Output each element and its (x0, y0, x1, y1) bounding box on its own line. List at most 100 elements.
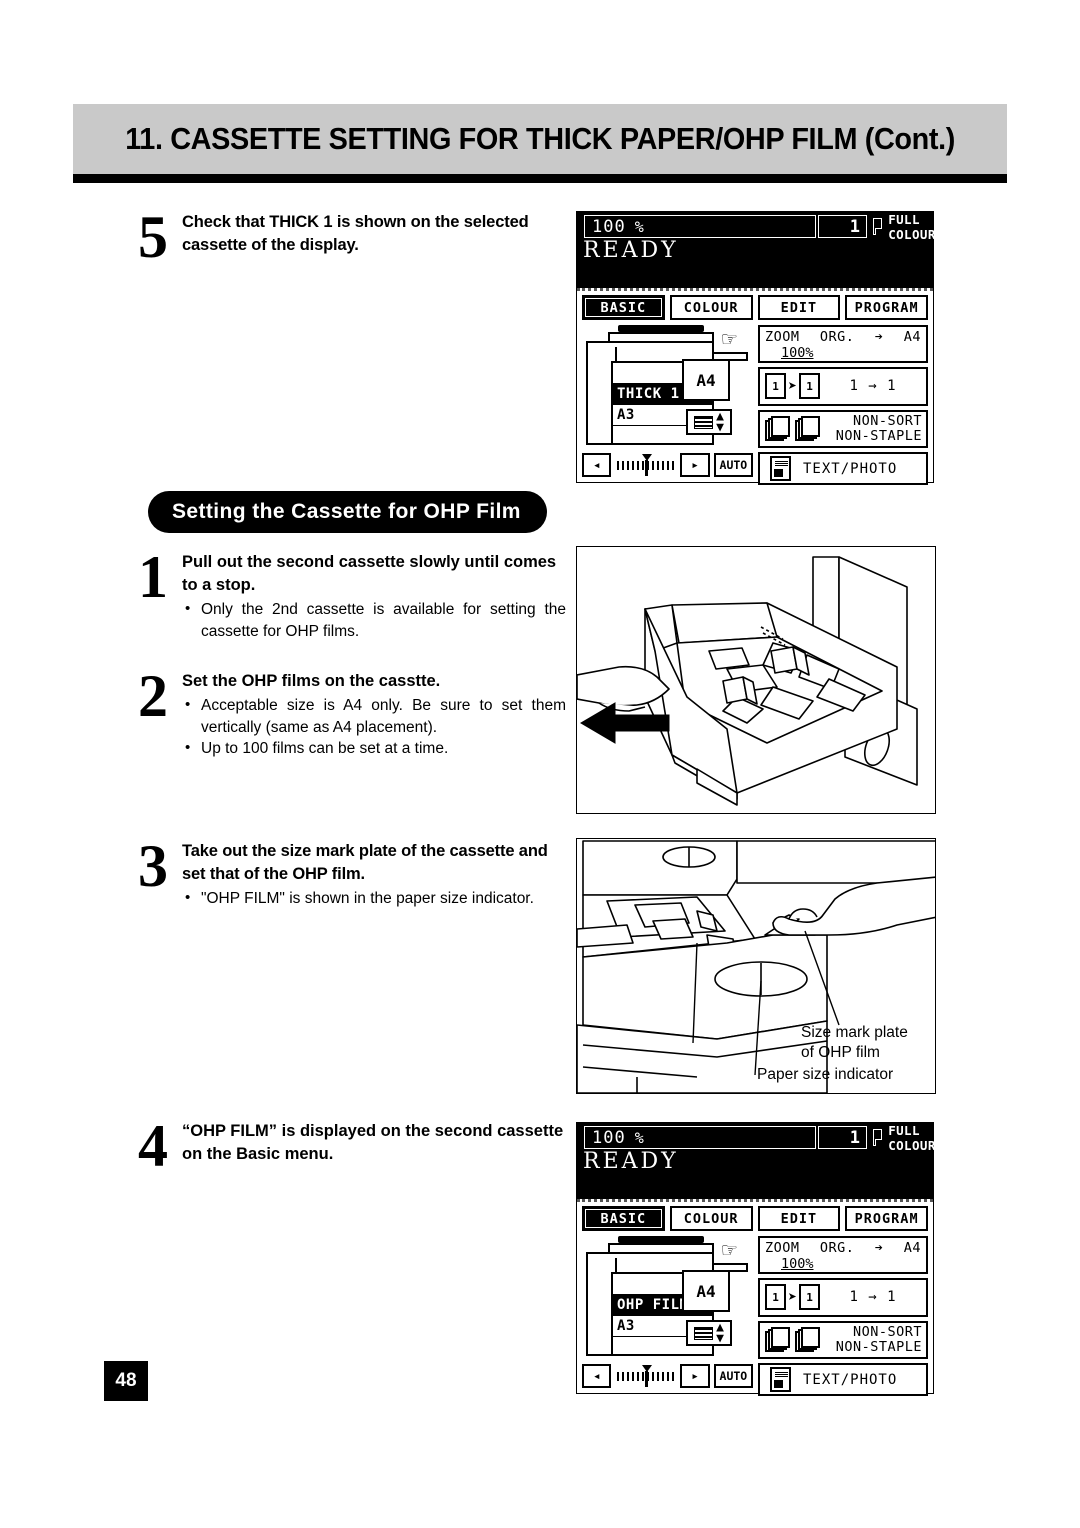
finisher-line-2: NON-STAPLE (835, 1338, 922, 1355)
lcd-panel-ohpfilm[interactable]: 100 % 1 FULL COLOUR READY BASIC COLOUR E… (576, 1122, 935, 1396)
step-title: Set the OHP films on the casstte. (182, 672, 441, 690)
zoom-dest-label: A4 (903, 1240, 921, 1256)
zoom-arrow-icon: ➔ (874, 329, 884, 345)
step-number: 4 (138, 1113, 168, 1179)
zoom-ratio-display: 100 % (584, 215, 816, 238)
finisher-button[interactable]: NON-SORT NON-STAPLE (758, 409, 928, 449)
step-number: 2 (138, 663, 168, 729)
bullet-item: Up to 100 films can be set at a time. (182, 737, 566, 760)
finisher-line-1: NON-SORT (852, 412, 922, 429)
density-button[interactable]: ▲ ▼ (686, 1320, 732, 1346)
step-bullets: Only the 2nd cassette is available for s… (182, 598, 566, 642)
duplex-dest-sheet-icon: 1 (799, 373, 822, 401)
finisher-line-1: NON-SORT (852, 1323, 922, 1340)
auto-density-button[interactable]: AUTO (713, 1364, 754, 1388)
zoom-dest-label: A4 (903, 329, 921, 345)
duplex-dest-sheet-icon: 1 (799, 1284, 822, 1312)
machine-lid-top (618, 325, 704, 332)
page-icon (873, 218, 883, 235)
duplex-arrow-icon: ➤ (788, 1288, 798, 1307)
zoom-button[interactable]: ZOOM ORG. ➔ A4 100% (758, 1236, 928, 1274)
callout-line-2: of OHP film (801, 1044, 880, 1061)
step-3: 3 Take out the size mark plate of the ca… (138, 833, 568, 910)
lcd-main-area: BASIC COLOUR EDIT PROGRAM ☜ THICK 1 A3 A… (577, 288, 933, 485)
sort-stack-icon-2 (795, 1327, 821, 1353)
tab-edit[interactable]: EDIT (757, 295, 841, 320)
density-lines-icon (694, 1326, 714, 1340)
density-lines-icon (694, 415, 714, 429)
tab-colour[interactable]: COLOUR (669, 295, 753, 320)
tab-basic[interactable]: BASIC (582, 1206, 665, 1231)
step-2: 2 Set the OHP films on the casstte. Acce… (138, 663, 568, 760)
page-header-bar: 11. CASSETTE SETTING FOR THICK PAPER/OHP… (73, 104, 1007, 174)
lcd-tab-bar: BASIC COLOUR EDIT PROGRAM (582, 295, 928, 320)
callout-line-1: Paper size indicator (757, 1066, 894, 1083)
paper-size-display: A4 (682, 1270, 730, 1312)
duplex-button[interactable]: 1 ➤ 1 1 → 1 (758, 1278, 928, 1317)
zoom-button[interactable]: ZOOM ORG. ➔ A4 100% (758, 325, 928, 363)
duplex-source-sheet-icon: 1 (765, 373, 787, 401)
colour-mode-label: FULL COLOUR (888, 1122, 936, 1153)
colour-mode-indicator: FULL COLOUR (873, 1123, 941, 1153)
duplex-arrow-icon: ➤ (788, 377, 798, 396)
density-increase-button[interactable]: ▸ (680, 1364, 710, 1388)
zoom-label: ZOOM (765, 1240, 800, 1256)
finisher-line-2: NON-STAPLE (835, 427, 922, 444)
finisher-button[interactable]: NON-SORT NON-STAPLE (758, 1320, 928, 1360)
tab-edit[interactable]: EDIT (757, 1206, 841, 1231)
zoom-ratio-display: 100 % (584, 1126, 816, 1149)
density-pointer-stem (645, 460, 649, 476)
colour-mode-indicator: FULL COLOUR (873, 212, 941, 242)
density-track[interactable] (615, 453, 676, 477)
step-bullets: "OHP FILM" is shown in the paper size in… (182, 887, 566, 910)
lcd-panel-thick1[interactable]: 100 % 1 FULL COLOUR READY BASIC COLOUR E… (576, 211, 935, 485)
original-mode-label: TEXT/PHOTO (803, 460, 898, 477)
cassette-selector-panel[interactable]: ☜ THICK 1 A3 A4 ▲ ▼ ◂ ▸ AUTO (582, 325, 754, 485)
illustration-cassette-pullout (576, 546, 936, 814)
zoom-ratio-value: 100 (592, 1127, 626, 1148)
density-button[interactable]: ▲ ▼ (686, 409, 732, 435)
tab-program[interactable]: PROGRAM (845, 295, 928, 320)
density-increase-button[interactable]: ▸ (680, 453, 710, 477)
duplex-button[interactable]: 1 ➤ 1 1 → 1 (758, 367, 928, 406)
up-down-arrow-icon: ▲ ▼ (716, 1320, 724, 1346)
density-track[interactable] (615, 1364, 676, 1388)
sort-stack-icon-2 (795, 416, 821, 442)
page-number: 48 (104, 1361, 148, 1401)
illustration-size-mark-plate: Size mark plate of OHP film Paper size i… (576, 838, 936, 1094)
step-number: 3 (138, 833, 168, 899)
section-heading: Setting the Cassette for OHP Film (148, 491, 547, 533)
step-title: “OHP FILM” is displayed on the second ca… (182, 1122, 564, 1163)
zoom-ratio-value: 100 (592, 216, 626, 237)
hand-feed-icon: ☜ (722, 325, 737, 353)
density-slider-row[interactable]: ◂ ▸ AUTO (582, 451, 754, 479)
original-mode-button[interactable]: TEXT/PHOTO (758, 452, 928, 485)
bullet-item: "OHP FILM" is shown in the paper size in… (182, 887, 566, 910)
step-number: 5 (138, 204, 168, 270)
bullet-item: Acceptable size is A4 only. Be sure to s… (182, 694, 566, 738)
zoom-ratio-percent: % (634, 1128, 645, 1147)
zoom-label: ZOOM (765, 329, 800, 345)
callout-size-mark-plate: Size mark plate of OHP film (801, 1023, 908, 1063)
density-decrease-button[interactable]: ◂ (582, 453, 612, 477)
duplex-label: 1 → 1 (849, 378, 897, 395)
tab-program[interactable]: PROGRAM (845, 1206, 928, 1231)
up-down-arrow-icon: ▲ ▼ (716, 409, 724, 435)
step-title: Check that THICK 1 is shown on the selec… (182, 213, 529, 254)
colour-mode-label: FULL COLOUR (888, 211, 936, 242)
zoom-original-label: ORG. (819, 1240, 855, 1256)
zoom-arrow-icon: ➔ (874, 1240, 884, 1256)
status-message: READY (583, 1149, 679, 1174)
lcd-tab-bar: BASIC COLOUR EDIT PROGRAM (582, 1206, 928, 1231)
duplex-source-sheet-icon: 1 (765, 1284, 787, 1312)
original-mode-button[interactable]: TEXT/PHOTO (758, 1363, 928, 1396)
step-title: Take out the size mark plate of the cass… (182, 842, 548, 883)
tab-colour[interactable]: COLOUR (669, 1206, 753, 1231)
density-slider-row[interactable]: ◂ ▸ AUTO (582, 1362, 754, 1390)
auto-density-button[interactable]: AUTO (713, 453, 754, 477)
paper-size-display: A4 (682, 359, 730, 401)
density-decrease-button[interactable]: ◂ (582, 1364, 612, 1388)
machine-diagram: ☜ OHP FILM A3 A4 ▲ ▼ (582, 1236, 753, 1360)
cassette-selector-panel[interactable]: ☜ OHP FILM A3 A4 ▲ ▼ ◂ ▸ AUTO (582, 1236, 754, 1396)
tab-basic[interactable]: BASIC (582, 295, 665, 320)
